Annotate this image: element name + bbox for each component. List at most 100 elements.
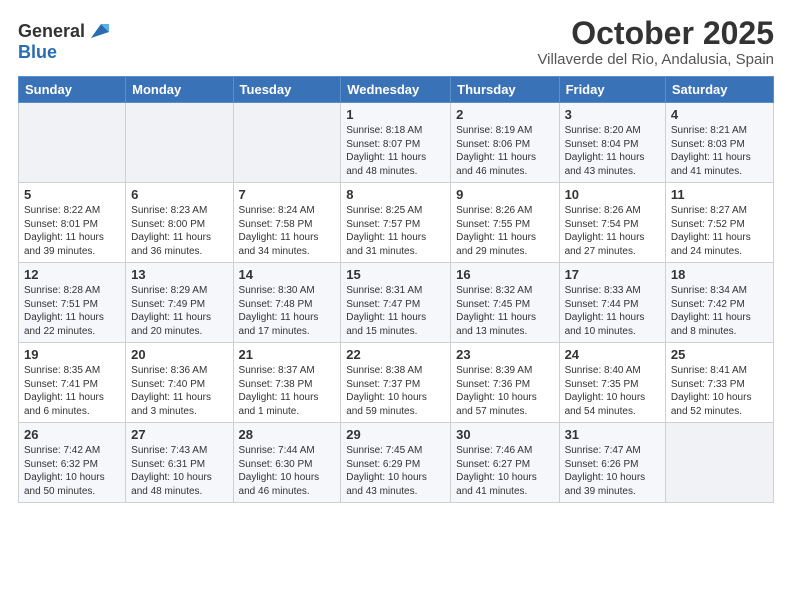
day-info: Sunrise: 8:33 AM Sunset: 7:44 PM Dayligh…	[565, 284, 660, 338]
day-number: 29	[346, 427, 445, 442]
day-info: Sunrise: 7:42 AM Sunset: 6:32 PM Dayligh…	[24, 444, 120, 498]
calendar-location: Villaverde del Rio, Andalusia, Spain	[537, 51, 774, 68]
calendar-cell: 19 Sunrise: 8:35 AM Sunset: 7:41 PM Dayli…	[19, 343, 126, 423]
calendar-cell: 16 Sunrise: 8:32 AM Sunset: 7:45 PM Dayli…	[451, 263, 559, 343]
calendar-cell: 1Sunrise: 8:18 AM Sunset: 8:07 PM Daylig…	[341, 103, 451, 183]
day-number: 27	[131, 427, 227, 442]
day-info: Sunrise: 7:43 AM Sunset: 6:31 PM Dayligh…	[131, 444, 227, 498]
day-number: 26	[24, 427, 120, 442]
calendar-cell: 5 Sunrise: 8:22 AM Sunset: 8:01 PM Daylig…	[19, 183, 126, 263]
day-info: Sunrise: 8:26 AM Sunset: 7:54 PM Dayligh…	[565, 204, 660, 258]
day-info: Sunrise: 8:31 AM Sunset: 7:47 PM Dayligh…	[346, 284, 445, 338]
day-number: 21	[239, 347, 336, 362]
day-info: Sunrise: 8:23 AM Sunset: 8:00 PM Dayligh…	[131, 204, 227, 258]
calendar-cell: 9 Sunrise: 8:26 AM Sunset: 7:55 PM Daylig…	[451, 183, 559, 263]
day-number: 31	[565, 427, 660, 442]
day-info: Sunrise: 8:39 AM Sunset: 7:36 PM Dayligh…	[456, 364, 553, 418]
page: General Blue October 2025 Villaverde del…	[0, 0, 792, 612]
calendar-cell: 17 Sunrise: 8:33 AM Sunset: 7:44 PM Dayli…	[559, 263, 665, 343]
day-info: Sunrise: 8:28 AM Sunset: 7:51 PM Dayligh…	[24, 284, 120, 338]
day-number: 30	[456, 427, 553, 442]
col-tuesday: Tuesday	[233, 77, 341, 103]
day-number: 10	[565, 187, 660, 202]
calendar-cell: 20Sunrise: 8:36 AM Sunset: 7:40 PM Dayli…	[126, 343, 233, 423]
calendar-cell	[665, 423, 773, 503]
calendar-cell: 6 Sunrise: 8:23 AM Sunset: 8:00 PM Daylig…	[126, 183, 233, 263]
day-info: Sunrise: 8:35 AM Sunset: 7:41 PM Dayligh…	[24, 364, 120, 418]
col-monday: Monday	[126, 77, 233, 103]
logo-blue-text: Blue	[18, 42, 57, 62]
day-number: 9	[456, 187, 553, 202]
day-number: 24	[565, 347, 660, 362]
day-number: 4	[671, 107, 768, 122]
day-number: 5	[24, 187, 120, 202]
day-number: 25	[671, 347, 768, 362]
day-number: 19	[24, 347, 120, 362]
day-info: Sunrise: 8:19 AM Sunset: 8:06 PM Dayligh…	[456, 124, 553, 178]
day-info: Sunrise: 8:34 AM Sunset: 7:42 PM Dayligh…	[671, 284, 768, 338]
day-info: Sunrise: 8:37 AM Sunset: 7:38 PM Dayligh…	[239, 364, 336, 418]
day-info: Sunrise: 8:38 AM Sunset: 7:37 PM Dayligh…	[346, 364, 445, 418]
calendar-cell: 24 Sunrise: 8:40 AM Sunset: 7:35 PM Dayli…	[559, 343, 665, 423]
day-number: 16	[456, 267, 553, 282]
calendar-cell: 23 Sunrise: 8:39 AM Sunset: 7:36 PM Dayli…	[451, 343, 559, 423]
calendar-cell: 27 Sunrise: 7:43 AM Sunset: 6:31 PM Dayli…	[126, 423, 233, 503]
calendar-cell: 30Sunrise: 7:46 AM Sunset: 6:27 PM Dayli…	[451, 423, 559, 503]
day-info: Sunrise: 8:41 AM Sunset: 7:33 PM Dayligh…	[671, 364, 768, 418]
day-info: Sunrise: 7:44 AM Sunset: 6:30 PM Dayligh…	[239, 444, 336, 498]
calendar-cell: 15 Sunrise: 8:31 AM Sunset: 7:47 PM Dayli…	[341, 263, 451, 343]
col-wednesday: Wednesday	[341, 77, 451, 103]
day-number: 23	[456, 347, 553, 362]
day-number: 3	[565, 107, 660, 122]
day-info: Sunrise: 8:30 AM Sunset: 7:48 PM Dayligh…	[239, 284, 336, 338]
calendar-cell: 2Sunrise: 8:19 AM Sunset: 8:06 PM Daylig…	[451, 103, 559, 183]
calendar-week-row: 12 Sunrise: 8:28 AM Sunset: 7:51 PM Dayli…	[19, 263, 774, 343]
calendar-cell: 29 Sunrise: 7:45 AM Sunset: 6:29 PM Dayli…	[341, 423, 451, 503]
logo-general-text: General	[18, 21, 85, 42]
col-thursday: Thursday	[451, 77, 559, 103]
calendar-cell: 8Sunrise: 8:25 AM Sunset: 7:57 PM Daylig…	[341, 183, 451, 263]
day-info: Sunrise: 8:22 AM Sunset: 8:01 PM Dayligh…	[24, 204, 120, 258]
calendar-cell	[126, 103, 233, 183]
calendar-cell: 26 Sunrise: 7:42 AM Sunset: 6:32 PM Dayli…	[19, 423, 126, 503]
day-info: Sunrise: 8:18 AM Sunset: 8:07 PM Dayligh…	[346, 124, 445, 178]
day-info: Sunrise: 8:26 AM Sunset: 7:55 PM Dayligh…	[456, 204, 553, 258]
calendar-cell: 21 Sunrise: 8:37 AM Sunset: 7:38 PM Dayli…	[233, 343, 341, 423]
calendar-cell: 13Sunrise: 8:29 AM Sunset: 7:49 PM Dayli…	[126, 263, 233, 343]
logo-icon	[87, 20, 109, 42]
calendar-cell: 28Sunrise: 7:44 AM Sunset: 6:30 PM Dayli…	[233, 423, 341, 503]
calendar-header-row: Sunday Monday Tuesday Wednesday Thursday…	[19, 77, 774, 103]
calendar-cell: 31 Sunrise: 7:47 AM Sunset: 6:26 PM Dayli…	[559, 423, 665, 503]
calendar-week-row: 5 Sunrise: 8:22 AM Sunset: 8:01 PM Daylig…	[19, 183, 774, 263]
calendar-cell: 11 Sunrise: 8:27 AM Sunset: 7:52 PM Dayli…	[665, 183, 773, 263]
calendar-table: Sunday Monday Tuesday Wednesday Thursday…	[18, 76, 774, 503]
day-info: Sunrise: 7:45 AM Sunset: 6:29 PM Dayligh…	[346, 444, 445, 498]
day-info: Sunrise: 8:32 AM Sunset: 7:45 PM Dayligh…	[456, 284, 553, 338]
day-number: 14	[239, 267, 336, 282]
calendar-cell	[233, 103, 341, 183]
calendar-cell: 7Sunrise: 8:24 AM Sunset: 7:58 PM Daylig…	[233, 183, 341, 263]
day-info: Sunrise: 8:20 AM Sunset: 8:04 PM Dayligh…	[565, 124, 660, 178]
calendar-cell: 10 Sunrise: 8:26 AM Sunset: 7:54 PM Dayli…	[559, 183, 665, 263]
day-number: 8	[346, 187, 445, 202]
day-number: 7	[239, 187, 336, 202]
day-number: 15	[346, 267, 445, 282]
day-number: 12	[24, 267, 120, 282]
day-info: Sunrise: 8:21 AM Sunset: 8:03 PM Dayligh…	[671, 124, 768, 178]
calendar-cell: 25 Sunrise: 8:41 AM Sunset: 7:33 PM Dayli…	[665, 343, 773, 423]
day-number: 17	[565, 267, 660, 282]
col-saturday: Saturday	[665, 77, 773, 103]
day-info: Sunrise: 8:27 AM Sunset: 7:52 PM Dayligh…	[671, 204, 768, 258]
col-sunday: Sunday	[19, 77, 126, 103]
logo: General Blue	[18, 20, 109, 63]
day-number: 18	[671, 267, 768, 282]
day-number: 6	[131, 187, 227, 202]
day-number: 22	[346, 347, 445, 362]
calendar-cell: 12 Sunrise: 8:28 AM Sunset: 7:51 PM Dayli…	[19, 263, 126, 343]
day-number: 11	[671, 187, 768, 202]
calendar-cell	[19, 103, 126, 183]
day-info: Sunrise: 7:47 AM Sunset: 6:26 PM Dayligh…	[565, 444, 660, 498]
day-info: Sunrise: 8:29 AM Sunset: 7:49 PM Dayligh…	[131, 284, 227, 338]
day-number: 20	[131, 347, 227, 362]
day-info: Sunrise: 8:40 AM Sunset: 7:35 PM Dayligh…	[565, 364, 660, 418]
